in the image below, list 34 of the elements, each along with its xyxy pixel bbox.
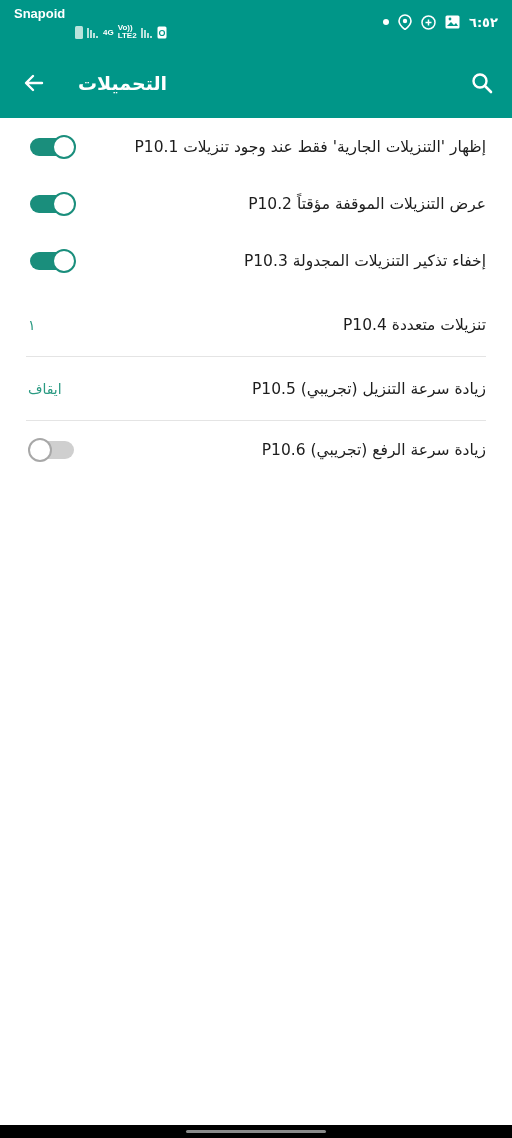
settings-row[interactable]: زيادة سرعة التنزيل (تجريبي) P10.5 ايقاف	[26, 357, 486, 421]
toggle-switch[interactable]	[30, 440, 74, 459]
setting-label: عرض التنزيلات الموقفة مؤقتاً P10.2	[248, 194, 486, 213]
setting-label: إخفاء تذكير التنزيلات المجدولة P10.3	[243, 251, 486, 270]
setting-value: ايقاف	[28, 380, 62, 397]
app-name: Snapoid	[14, 7, 67, 21]
setting-label: إظهار 'التنزيلات الجارية' فقط عند وجود تنزيلات P10.1	[134, 137, 486, 156]
settings-row[interactable]: عرض التنزيلات الموقفة مؤقتاً P10.2	[26, 175, 486, 232]
battery-icon	[75, 25, 83, 39]
settings-row[interactable]: إخفاء تذكير التنزيلات المجدولة P10.3	[26, 232, 486, 289]
settings-row[interactable]: زيادة سرعة الرفع (تجريبي) P10.6	[26, 421, 486, 478]
add-circle-icon	[421, 14, 436, 30]
settings-row[interactable]: إظهار 'التنزيلات الجارية' فقط عند وجود تنزيلات P10.1	[26, 118, 486, 175]
image-icon	[445, 15, 460, 29]
gesture-handle[interactable]	[186, 1130, 326, 1133]
screen-title: التحميلات	[78, 72, 168, 94]
battery-saver-icon	[156, 25, 167, 39]
toggle-switch[interactable]	[30, 137, 74, 156]
toggle-switch[interactable]	[30, 251, 74, 270]
setting-label: زيادة سرعة التنزيل (تجريبي) P10.5	[251, 379, 486, 398]
signal-icon	[140, 26, 153, 38]
setting-label: زيادة سرعة الرفع (تجريبي) P10.6	[261, 440, 486, 459]
location-icon	[398, 14, 412, 30]
volte-label: Vo))	[117, 24, 133, 32]
network-label: 4G	[103, 27, 114, 37]
settings-row[interactable]: تنزيلات متعددة P10.4 ١	[26, 293, 486, 357]
toggle-switch[interactable]	[30, 194, 74, 213]
search-icon	[470, 71, 494, 95]
setting-value: ١	[28, 316, 36, 333]
clock: ٦:٥٢	[469, 14, 498, 30]
network-label: LTE2	[117, 32, 137, 40]
signal-icon	[87, 26, 99, 38]
setting-label: تنزيلات متعددة P10.4	[342, 315, 486, 334]
dot-icon	[383, 19, 389, 25]
